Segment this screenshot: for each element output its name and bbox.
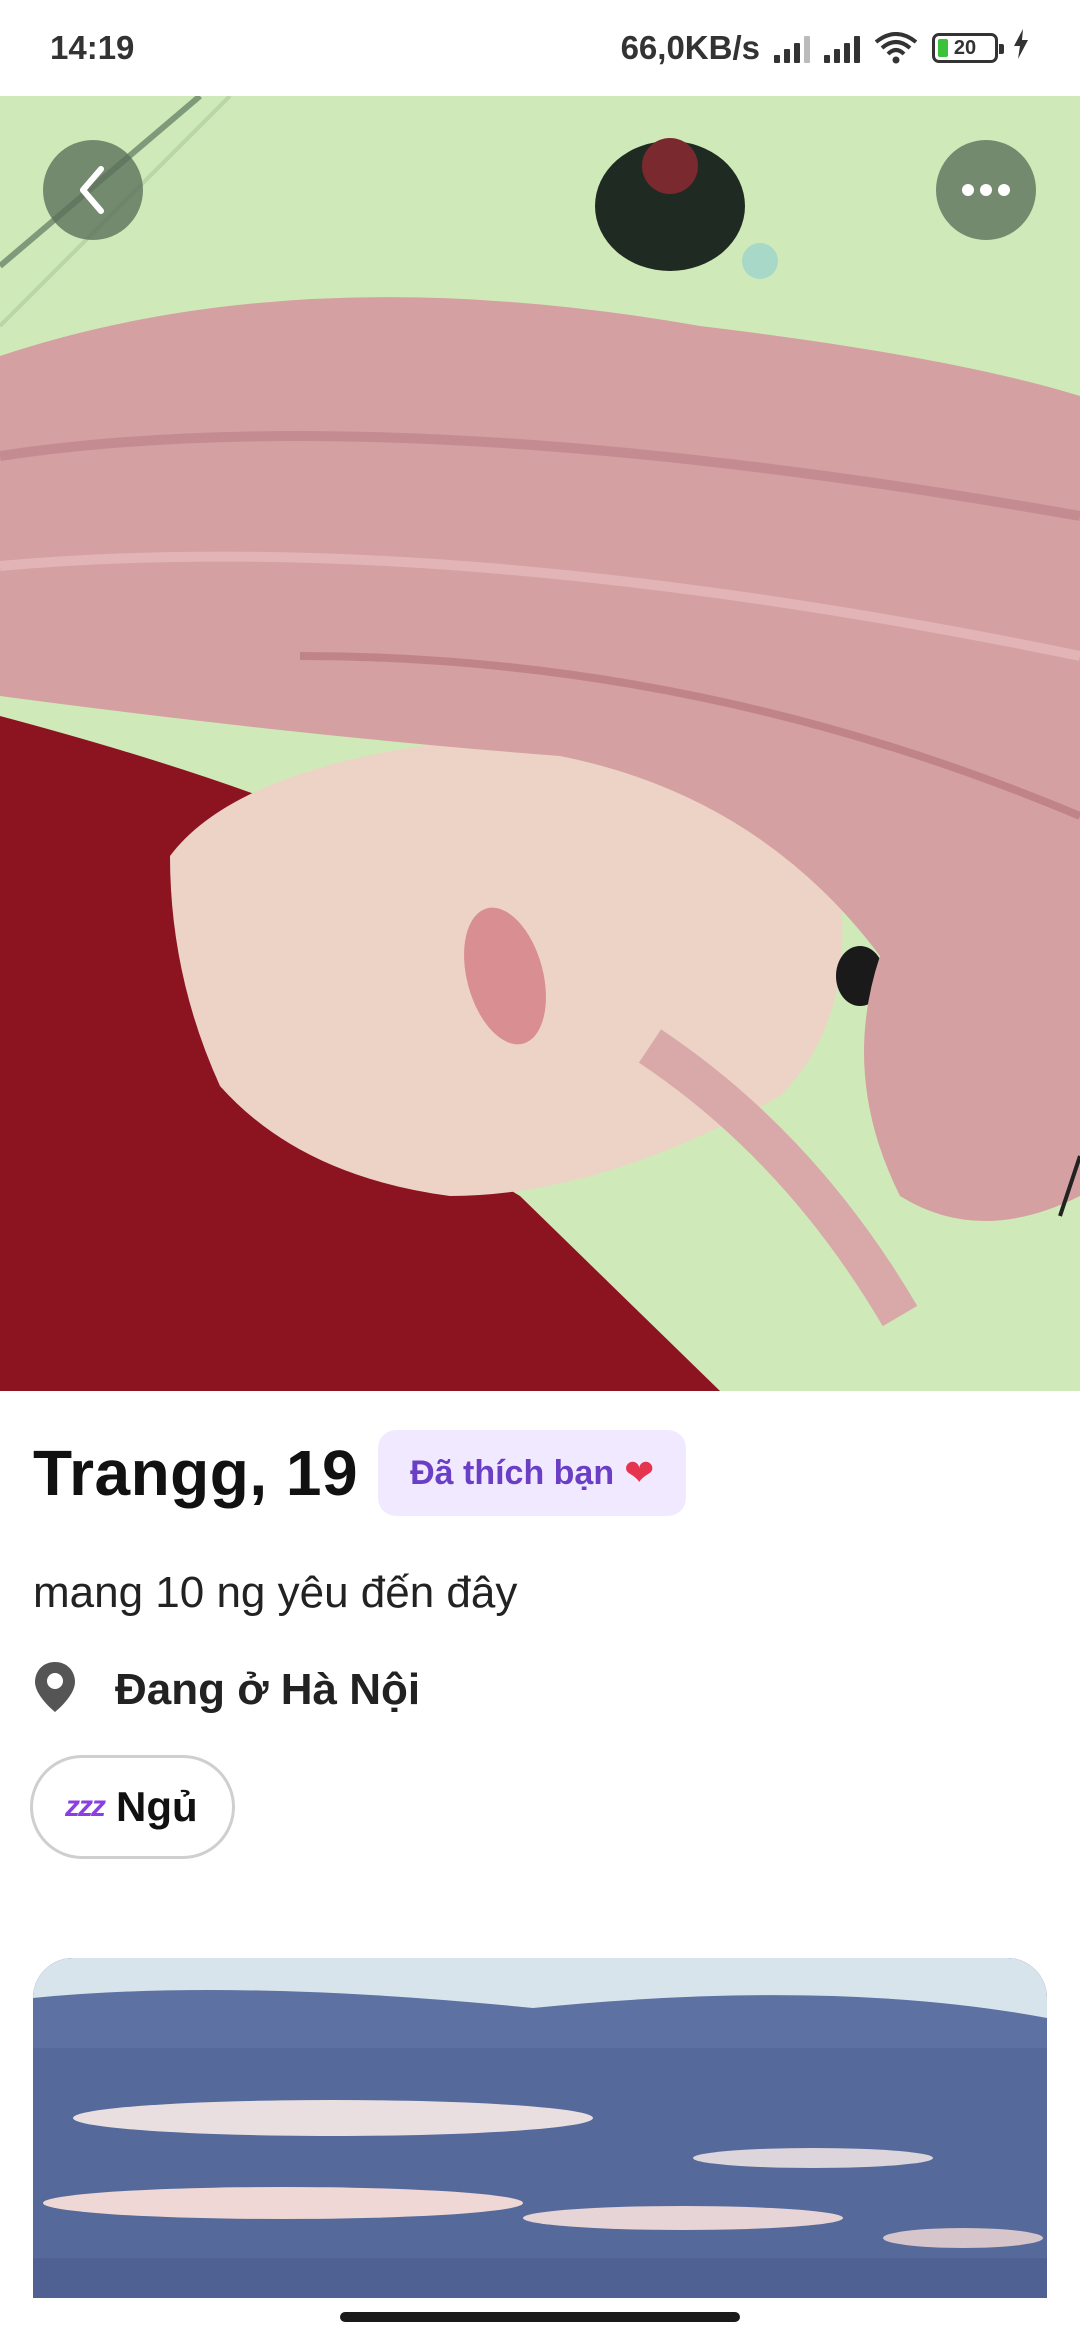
map-pin-icon <box>33 1660 77 1719</box>
charging-icon <box>1012 29 1030 67</box>
signal-icon-2 <box>824 33 860 63</box>
location-text: Đang ở Hà Nội <box>115 1664 421 1714</box>
profile-photo-2[interactable] <box>33 1958 1047 2298</box>
interest-chip-label: Ngủ <box>116 1783 198 1830</box>
profile-screen: 14:19 66,0KB/s 20 Trangg, 19 Đã thích bạ… <box>0 0 1080 2340</box>
name-row: Trangg, 19 Đã thích bạn ❤ <box>33 1430 687 1516</box>
zzz-icon: zzz <box>65 1790 106 1823</box>
back-button[interactable] <box>43 140 143 240</box>
profile-name-age: Trangg, 19 <box>33 1437 359 1509</box>
status-bar: 14:19 66,0KB/s 20 <box>0 0 1080 96</box>
battery-icon: 20 <box>932 33 1004 63</box>
more-options-button[interactable] <box>936 140 1036 240</box>
status-time: 14:19 <box>50 29 135 66</box>
network-speed: 66,0KB/s <box>620 29 760 66</box>
location-row: Đang ở Hà Nội <box>33 1660 420 1719</box>
profile-photo[interactable] <box>0 96 1080 1391</box>
signal-icon <box>774 33 810 63</box>
status-icons: 66,0KB/s 20 <box>621 29 1030 67</box>
home-indicator[interactable] <box>340 2312 740 2322</box>
heart-icon: ❤ <box>624 1452 655 1493</box>
battery-level: 20 <box>953 36 977 59</box>
chevron-left-icon <box>73 165 113 215</box>
profile-bio: mang 10 ng yêu đến đây <box>33 1568 518 1617</box>
wifi-icon <box>874 32 918 64</box>
more-horizontal-icon <box>961 183 1011 197</box>
liked-badge-label: Đã thích bạn <box>410 1453 615 1492</box>
interest-chip-sleep[interactable]: zzz Ngủ <box>30 1755 235 1859</box>
liked-you-badge: Đã thích bạn ❤ <box>378 1430 687 1516</box>
